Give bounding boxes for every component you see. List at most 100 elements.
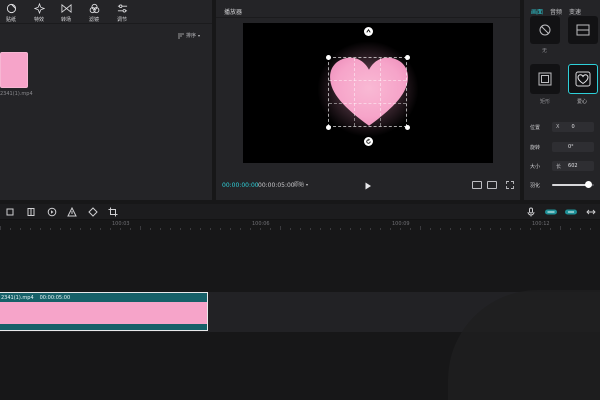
ruler-tick: [220, 228, 221, 230]
feather-slider-fill: [552, 184, 588, 186]
ruler-tick: [320, 228, 321, 230]
ruler-tick: [210, 228, 211, 230]
tool-adjust[interactable]: 调节: [109, 3, 135, 25]
mask-heart[interactable]: [568, 64, 598, 94]
ruler-tick: [10, 228, 11, 230]
ruler-tick: [330, 228, 331, 230]
ruler-tick: [450, 228, 451, 230]
ruler-tick: [300, 228, 301, 230]
mask-none[interactable]: [530, 16, 560, 44]
split-view-icon[interactable]: [586, 207, 596, 217]
tool-label: 调节: [116, 17, 127, 23]
preview-canvas[interactable]: [243, 23, 493, 163]
ruler-tick: [350, 228, 351, 230]
tool-filter[interactable]: 滤镜: [81, 3, 107, 25]
rotate-handle[interactable]: [364, 137, 373, 146]
ruler-tick: [110, 228, 111, 230]
tool-sticker[interactable]: 贴纸: [0, 3, 24, 25]
ruler-tick: [0, 226, 1, 230]
ruler-tick: [250, 228, 251, 230]
ruler-tick: [50, 228, 51, 230]
mask-selection-box[interactable]: [328, 57, 407, 127]
media-item-thumbnail[interactable]: [0, 52, 28, 88]
stop-icon[interactable]: [5, 207, 15, 217]
resize-handle-top-left[interactable]: [326, 55, 331, 60]
aspect-ratio-icon[interactable]: [487, 181, 497, 189]
ruler-tick: [490, 228, 491, 230]
ruler-tick: [90, 228, 91, 230]
video-clip[interactable]: 2341(1).mp4 00:00:05:00: [0, 292, 208, 331]
sort-icon: [178, 33, 184, 38]
guide-line: [329, 80, 406, 82]
guide-line: [354, 58, 356, 126]
size-width-field[interactable]: 长 602: [552, 161, 594, 171]
player-panel: 播放器 00:00:00:00 00:00:05:00 原始 ▾: [216, 0, 520, 200]
rotate-icon[interactable]: [88, 207, 98, 217]
tool-label: 滤镜: [88, 17, 99, 23]
mask-rectangle[interactable]: [530, 64, 560, 94]
microphone-icon[interactable]: [526, 207, 536, 217]
ruler-tick: [380, 228, 381, 230]
ruler-tick: [130, 228, 131, 230]
link-icon[interactable]: [544, 207, 558, 217]
position-label: 位置: [530, 125, 541, 131]
ruler-tick: [120, 228, 121, 230]
ruler-tick: [510, 228, 511, 230]
field-prefix: 长: [556, 163, 562, 170]
resize-handle-bottom-left[interactable]: [326, 125, 331, 130]
mirror-icon[interactable]: [67, 207, 77, 217]
tool-label: 转场: [60, 17, 71, 23]
ruler-tick: [230, 228, 231, 230]
mask-label: 矩形: [540, 99, 551, 105]
player-title: 播放器: [224, 9, 243, 16]
ruler-tick: [80, 228, 81, 230]
divider: [216, 17, 520, 18]
clip-header: 2341(1).mp4 00:00:05:00: [0, 293, 70, 302]
rotation-field[interactable]: 0°: [552, 142, 594, 152]
ruler-tick: [180, 228, 181, 230]
ruler-tick: [170, 228, 171, 230]
tool-label: 贴纸: [5, 17, 16, 23]
magnet-icon[interactable]: [564, 207, 578, 217]
reverse-icon[interactable]: [47, 207, 57, 217]
chevron-down-icon: ▾: [198, 33, 201, 38]
ruler-tick: [530, 228, 531, 230]
ruler-tick: [150, 228, 151, 230]
ruler-tick: [20, 228, 21, 230]
resize-handle-top-right[interactable]: [405, 55, 410, 60]
rotate-icon: [366, 138, 371, 144]
feather-icon: [366, 28, 371, 33]
ratio-dropdown[interactable]: 原始 ▾: [294, 181, 308, 188]
media-item-name: 2341(1).mp4: [0, 91, 33, 97]
mask-split[interactable]: [568, 16, 598, 44]
tool-transition[interactable]: 转场: [53, 3, 79, 25]
sticker-icon: [6, 3, 16, 14]
field-value: 0: [571, 124, 575, 130]
timeline-ruler[interactable]: 100:03 100:06 100:09 100:12: [0, 220, 600, 230]
ruler-tick: [390, 228, 391, 230]
ruler-tick: [520, 228, 521, 230]
feather-handle[interactable]: [364, 27, 373, 36]
ruler-tick: [400, 228, 401, 230]
freeze-icon[interactable]: [26, 207, 36, 217]
field-prefix: X: [556, 124, 560, 130]
ruler-tick: [70, 228, 71, 230]
play-icon[interactable]: [364, 182, 372, 190]
tool-effects[interactable]: 特效: [26, 3, 52, 25]
feather-slider-knob[interactable]: [585, 181, 592, 188]
ruler-tick: [420, 226, 421, 230]
ruler-tick: [270, 228, 271, 230]
preview-quality-icon[interactable]: [472, 181, 482, 189]
sort-dropdown[interactable]: 排序 ▾: [178, 32, 200, 39]
fullscreen-icon[interactable]: [506, 181, 514, 189]
ruler-tick: [40, 228, 41, 230]
crop-icon[interactable]: [108, 207, 118, 217]
ruler-tick: [280, 226, 281, 230]
ruler-tick: [30, 228, 31, 230]
feather-label: 羽化: [530, 183, 541, 189]
resize-handle-bottom-right[interactable]: [405, 125, 410, 130]
ruler-tick: [550, 228, 551, 230]
chevron-down-icon: ▾: [306, 182, 309, 187]
ruler-tick: [480, 228, 481, 230]
position-x-field[interactable]: X 0: [552, 122, 594, 132]
